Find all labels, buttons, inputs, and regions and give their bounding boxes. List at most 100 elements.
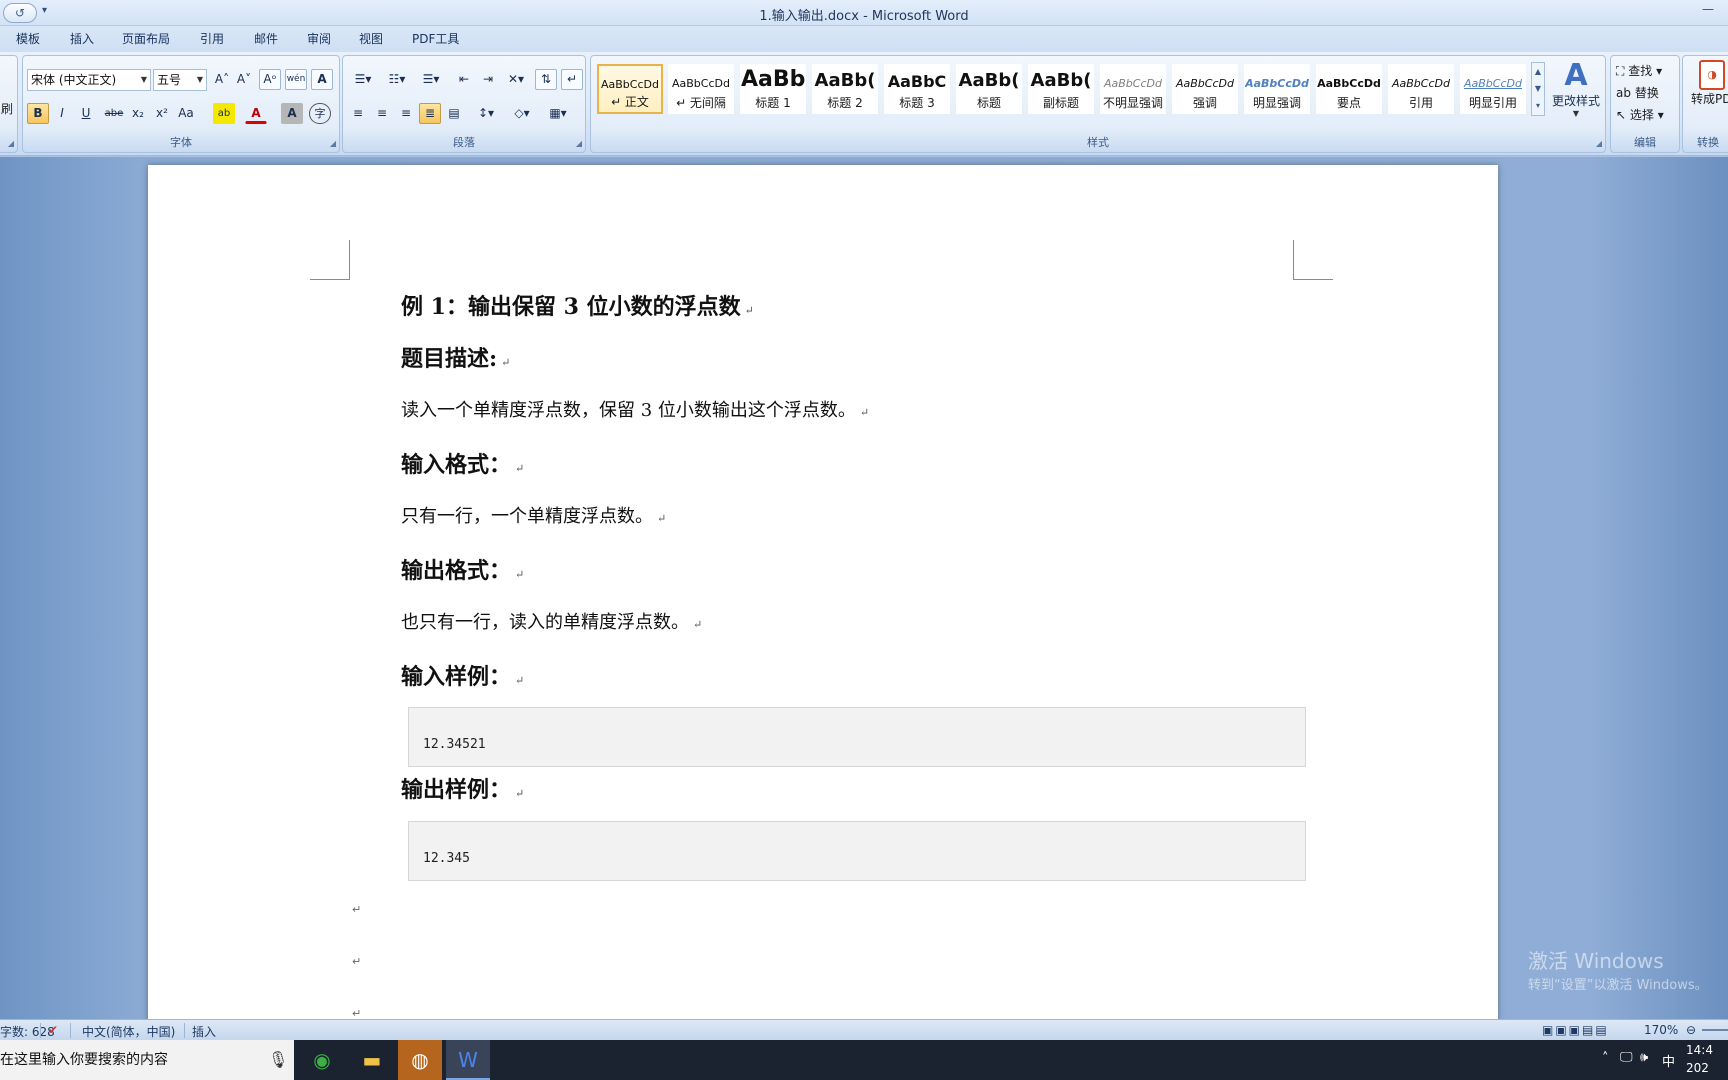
character-border-button[interactable]: A <box>311 69 333 90</box>
tab-view[interactable]: 视图 <box>359 30 383 50</box>
style-normal[interactable]: AaBbCcDd ↵ 正文 <box>597 64 663 114</box>
tab-pdf-tools[interactable]: PDF工具 <box>412 30 459 50</box>
increase-indent-button[interactable]: ⇥ <box>477 69 499 90</box>
zoom-level[interactable]: 170% <box>1644 1023 1678 1037</box>
highlight-button[interactable]: ab <box>213 103 235 124</box>
style-no-spacing[interactable]: AaBbCcDd ↵ 无间隔 <box>668 64 734 114</box>
zoom-slider[interactable] <box>1702 1029 1728 1031</box>
shading-button[interactable]: ◇▾ <box>507 103 537 124</box>
line-spacing-button[interactable]: ↕▾ <box>471 103 501 124</box>
justify-button[interactable]: ≣ <box>419 103 441 124</box>
clock-time[interactable]: 14:4 <box>1686 1043 1713 1057</box>
change-styles-button[interactable]: A 更改样式 ▼ <box>1549 60 1603 126</box>
proofing-icon[interactable]: ✔ <box>48 1023 58 1037</box>
tab-review[interactable]: 审阅 <box>307 30 331 50</box>
style-emphasis[interactable]: AaBbCcDd 强调 <box>1172 64 1238 114</box>
change-styles-label: 更改样式 <box>1551 94 1600 108</box>
underline-button[interactable]: U <box>75 103 97 124</box>
taskbar-search-box[interactable]: 在这里输入你要搜索的内容 🎙 <box>0 1040 294 1080</box>
input-sample-code-block[interactable]: 12.34521 <box>408 707 1306 767</box>
style-title[interactable]: AaBb( 标题 <box>956 64 1022 114</box>
language-indicator[interactable]: 中文(简体，中国) <box>82 1023 175 1040</box>
numbering-button[interactable]: ☷▾ <box>381 69 413 90</box>
shrink-font-button[interactable]: A˅ <box>233 69 255 90</box>
tab-template[interactable]: 模板 <box>16 30 40 50</box>
align-left-button[interactable]: ≡ <box>347 103 369 124</box>
doc-heading-input-sample[interactable]: 输入样例： ↵ <box>401 659 524 691</box>
style-intense-quote[interactable]: AaBbCcDd 明显引用 <box>1460 64 1526 114</box>
tab-page-layout[interactable]: 页面布局 <box>122 30 170 50</box>
style-heading-2[interactable]: AaBb( 标题 2 <box>812 64 878 114</box>
minimize-button[interactable]: — <box>1702 2 1722 16</box>
doc-heading-output-sample[interactable]: 输出样例： ↵ <box>401 772 524 804</box>
clear-format-button[interactable]: Aᵒ <box>259 69 281 90</box>
tab-references[interactable]: 引用 <box>200 30 224 50</box>
wechat-taskbar-icon[interactable]: ◍ <box>398 1040 442 1080</box>
style-subtitle[interactable]: AaBb( 副标题 <box>1028 64 1094 114</box>
volume-icon[interactable]: 🕪 <box>1640 1050 1648 1065</box>
doc-heading-description[interactable]: 题目描述: ↵ <box>401 341 510 373</box>
browser-taskbar-icon[interactable]: ◉ <box>300 1040 344 1080</box>
word-taskbar-icon[interactable]: W <box>446 1040 490 1080</box>
view-buttons[interactable]: ▣▣▣▤▤ <box>1542 1023 1609 1037</box>
replace-button[interactable]: ab 替换 <box>1616 84 1659 101</box>
select-button[interactable]: ↖ 选择 ▾ <box>1616 106 1664 123</box>
style-quote[interactable]: AaBbCcDd 引用 <box>1388 64 1454 114</box>
style-heading-1[interactable]: AaBb 标题 1 <box>740 64 806 114</box>
change-case-button[interactable]: Aa <box>175 103 197 124</box>
convert-pdf-button[interactable]: ◑ 转成PD <box>1691 60 1728 124</box>
style-strong[interactable]: AaBbCcDd 要点 <box>1316 64 1382 114</box>
borders-button[interactable]: ▦▾ <box>543 103 573 124</box>
format-painter-button[interactable]: 刷 <box>1 100 13 117</box>
style-subtle-emphasis[interactable]: AaBbCcDd 不明显强调 <box>1100 64 1166 114</box>
show-marks-button[interactable]: ↵ <box>561 69 583 90</box>
font-color-button[interactable]: A <box>245 103 267 124</box>
subscript-button[interactable]: x₂ <box>127 103 149 124</box>
file-explorer-taskbar-icon[interactable]: ▬ <box>350 1040 394 1080</box>
bullets-button[interactable]: ☰▾ <box>347 69 379 90</box>
superscript-button[interactable]: x² <box>151 103 173 124</box>
doc-paragraph-input-format[interactable]: 只有一行，一个单精度浮点数。 ↵ <box>401 502 666 528</box>
clipboard-launcher-icon[interactable]: ◢ <box>8 139 14 148</box>
font-size-select[interactable]: 五号 ▼ <box>153 69 207 91</box>
distributed-button[interactable]: ▤ <box>443 103 465 124</box>
font-launcher-icon[interactable]: ◢ <box>330 139 336 148</box>
doc-paragraph-output-format[interactable]: 也只有一行，读入的单精度浮点数。 ↵ <box>401 608 702 634</box>
word-count[interactable]: 字数: 628 <box>0 1023 55 1040</box>
character-shading-button[interactable]: A <box>281 103 303 124</box>
style-heading-3[interactable]: AaBbC 标题 3 <box>884 64 950 114</box>
tab-mailings[interactable]: 邮件 <box>254 30 278 50</box>
output-sample-code-block[interactable]: 12.345 <box>408 821 1306 881</box>
strikethrough-button[interactable]: abe <box>103 103 125 124</box>
insert-mode-indicator[interactable]: 插入 <box>192 1023 216 1040</box>
tab-insert[interactable]: 插入 <box>70 30 94 50</box>
microphone-icon[interactable]: 🎙 <box>268 1040 288 1080</box>
doc-heading-output-format[interactable]: 输出格式： ↵ <box>401 553 524 585</box>
style-intense-emphasis[interactable]: AaBbCcDd 明显强调 <box>1244 64 1310 114</box>
clock-date[interactable]: 202 <box>1686 1061 1709 1075</box>
font-name-select[interactable]: 宋体 (中文正文) ▼ <box>27 69 151 91</box>
italic-button[interactable]: I <box>51 103 73 124</box>
zoom-out-icon[interactable]: ⊖ <box>1686 1023 1696 1037</box>
grow-font-button[interactable]: A˄ <box>211 69 233 90</box>
chinese-layout-button[interactable]: ✕▾ <box>501 69 531 90</box>
styles-launcher-icon[interactable]: ◢ <box>1596 139 1602 148</box>
ime-indicator[interactable]: 中 <box>1662 1051 1675 1070</box>
decrease-indent-button[interactable]: ⇤ <box>453 69 475 90</box>
styles-scroll[interactable]: ▲ ▼ ▾ <box>1531 62 1545 116</box>
bold-button[interactable]: B <box>27 103 49 124</box>
doc-heading-example[interactable]: 例 1：输出保留 3 位小数的浮点数 ↵ <box>401 289 754 321</box>
paragraph-launcher-icon[interactable]: ◢ <box>576 139 582 148</box>
doc-heading-input-format[interactable]: 输入格式： ↵ <box>401 447 524 479</box>
doc-paragraph-description[interactable]: 读入一个单精度浮点数，保留 3 位小数输出这个浮点数。 ↵ <box>401 396 869 422</box>
multilevel-list-button[interactable]: ☰▾ <box>415 69 447 90</box>
document-page[interactable]: 例 1：输出保留 3 位小数的浮点数 ↵ 题目描述: ↵ 读入一个单精度浮点数，保留… <box>148 165 1498 1019</box>
network-icon[interactable]: 🖵 <box>1620 1050 1633 1065</box>
tray-expand-icon[interactable]: ˄ <box>1602 1051 1609 1066</box>
find-button[interactable]: ⛶ 查找 ▾ <box>1616 62 1662 79</box>
align-right-button[interactable]: ≡ <box>395 103 417 124</box>
center-button[interactable]: ≡ <box>371 103 393 124</box>
sort-button[interactable]: ⇅ <box>535 69 557 90</box>
phonetic-guide-button[interactable]: wén <box>285 69 307 90</box>
enclose-characters-button[interactable]: 字 <box>309 103 331 124</box>
